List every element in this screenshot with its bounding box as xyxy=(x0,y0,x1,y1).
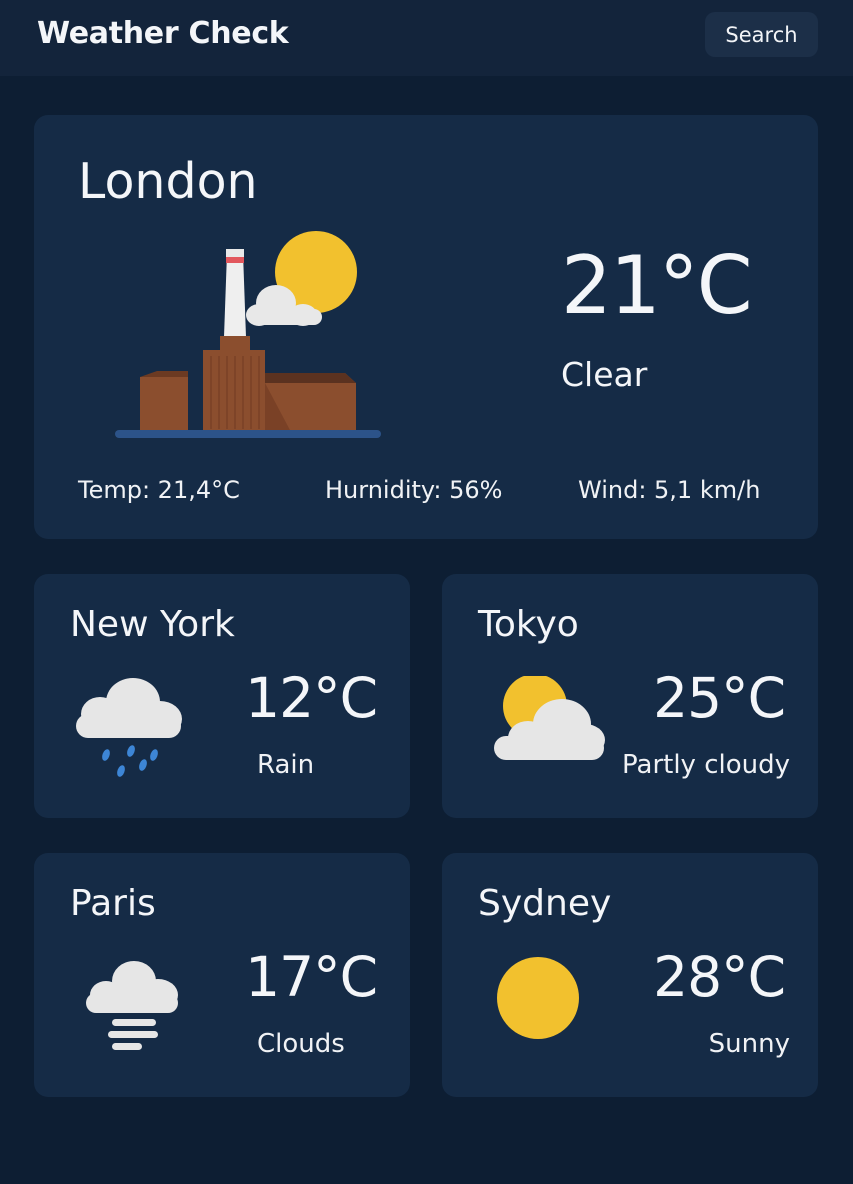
city-condition: Clouds xyxy=(257,1029,345,1059)
featured-city-card[interactable]: London 21°C Clear Temp: 21,4°C Hurnidity… xyxy=(34,115,818,539)
cloud-fog-icon xyxy=(86,961,178,1050)
featured-temp-stat: Temp: 21,4°C xyxy=(78,476,240,504)
city-card-new-york[interactable]: New York 12°C Rain xyxy=(34,574,410,818)
city-name: Tokyo xyxy=(478,604,579,645)
city-card-paris[interactable]: Paris 17°C Clouds xyxy=(34,853,410,1097)
sun-icon xyxy=(497,957,579,1039)
app-title: Weather Check xyxy=(37,16,289,51)
city-temperature: 28°C xyxy=(653,945,786,1009)
featured-humidity-stat: Hurnidity: 56% xyxy=(325,476,503,504)
search-button[interactable]: Search xyxy=(705,12,818,57)
city-card-tokyo[interactable]: Tokyo 25°C Partly cloudy xyxy=(442,574,818,818)
city-condition: Partly cloudy xyxy=(622,750,790,780)
featured-temperature: 21°C xyxy=(561,239,753,332)
top-bar: Weather Check Search xyxy=(0,0,853,76)
city-name: New York xyxy=(70,604,235,645)
rain-cloud-icon xyxy=(76,678,182,777)
city-temperature: 12°C xyxy=(245,666,378,730)
partly-cloudy-icon xyxy=(494,676,605,760)
city-temperature: 17°C xyxy=(245,945,378,1009)
city-name: Sydney xyxy=(478,883,612,924)
city-condition: Sunny xyxy=(708,1029,790,1059)
city-name: Paris xyxy=(70,883,156,924)
featured-condition: Clear xyxy=(561,355,648,394)
city-card-sydney[interactable]: Sydney 28°C Sunny xyxy=(442,853,818,1097)
city-temperature: 25°C xyxy=(653,666,786,730)
featured-city-name: London xyxy=(78,153,258,210)
city-condition: Rain xyxy=(257,750,315,780)
london-power-station-sun-icon xyxy=(115,231,381,438)
featured-wind-stat: Wind: 5,1 km/h xyxy=(578,476,761,504)
